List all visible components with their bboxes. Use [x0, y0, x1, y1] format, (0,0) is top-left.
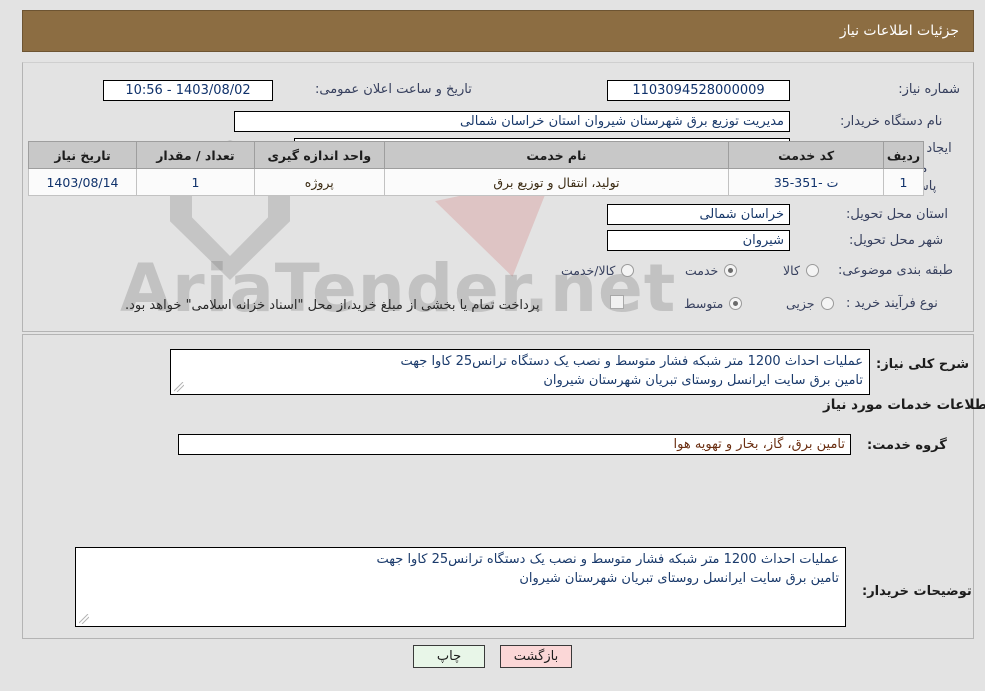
- col-service-name: نام خدمت: [383, 141, 730, 169]
- page-title-bar: جزئیات اطلاعات نیاز: [22, 10, 974, 52]
- bottom-strip: [0, 676, 985, 691]
- radio-icon[interactable]: [820, 297, 834, 310]
- classification-option-kala-khedmat[interactable]: کالا/خدمت: [557, 263, 635, 278]
- action-button-bar: بازگشت چاپ: [0, 645, 985, 668]
- table-row: 1 ت -351-35 تولید، انتقال و توزیع برق پر…: [28, 168, 924, 196]
- need-number-value: 1103094528000009: [607, 80, 790, 101]
- back-button[interactable]: بازگشت: [500, 645, 572, 668]
- resize-grip-icon[interactable]: [174, 382, 184, 392]
- buyer-notes-value[interactable]: عملیات احداث 1200 متر شبکه فشار متوسط و …: [75, 547, 846, 627]
- classification-option-khedmat[interactable]: خدمت: [681, 263, 738, 278]
- city-value: شیروان: [607, 230, 790, 251]
- col-radif: ردیف: [883, 141, 924, 169]
- table-header-row: ردیف کد خدمت نام خدمت واحد اندازه گیری ت…: [28, 141, 924, 169]
- cell-unit: پروژه: [253, 168, 385, 196]
- col-quantity: تعداد / مقدار: [135, 141, 255, 169]
- cell-quantity: 1: [135, 168, 255, 196]
- purchase-option-jozi[interactable]: جزیی: [782, 296, 834, 311]
- radio-icon[interactable]: [805, 264, 819, 277]
- public-announce-label: تاریخ و ساعت اعلان عمومی:: [315, 82, 472, 97]
- province-value: خراسان شمالی: [607, 204, 790, 225]
- service-group-value: تامین برق، گاز، بخار و تهویه هوا: [178, 434, 851, 455]
- services-table: ردیف کد خدمت نام خدمت واحد اندازه گیری ت…: [28, 141, 924, 196]
- service-group-label: گروه خدمت:: [867, 438, 947, 453]
- print-button[interactable]: چاپ: [413, 645, 485, 668]
- public-announce-value: 1403/08/02 - 10:56: [103, 80, 273, 101]
- cell-need-date: 1403/08/14: [28, 168, 137, 196]
- col-need-date: تاریخ نیاز: [28, 141, 137, 169]
- col-service-code: کد خدمت: [728, 141, 885, 169]
- classification-option-kala[interactable]: کالا: [779, 263, 819, 278]
- radio-icon[interactable]: [724, 264, 738, 277]
- treasury-bonds-note: پرداخت تمام یا بخشی از مبلغ خرید،از محل …: [125, 298, 540, 313]
- buyer-org-label: نام دستگاه خریدار:: [840, 114, 943, 129]
- purchase-option-motavasset[interactable]: متوسط: [680, 296, 743, 311]
- services-section-heading: اطلاعات خدمات مورد نیاز: [823, 397, 985, 413]
- page-title: جزئیات اطلاعات نیاز: [839, 23, 959, 39]
- need-details-panel: [22, 62, 974, 332]
- city-label: شهر محل تحویل:: [849, 233, 944, 248]
- purchase-process-label: نوع فرآیند خرید :: [846, 296, 938, 311]
- need-description-value[interactable]: عملیات احداث 1200 متر شبکه فشار متوسط و …: [170, 349, 870, 395]
- need-number-label: شماره نیاز:: [898, 82, 960, 97]
- resize-grip-icon[interactable]: [79, 614, 89, 624]
- need-description-label: شرح کلی نیاز:: [876, 357, 970, 372]
- buyer-org-value: مدیریت توزیع برق شهرستان شیروان استان خر…: [234, 111, 790, 132]
- treasury-bonds-checkbox[interactable]: [610, 295, 624, 309]
- cell-radif: 1: [883, 168, 924, 196]
- cell-service-name: تولید، انتقال و توزیع برق: [383, 168, 730, 196]
- province-label: استان محل تحویل:: [846, 207, 948, 222]
- classification-label: طبقه بندی موضوعی:: [838, 263, 954, 278]
- cell-service-code: ت -351-35: [728, 168, 885, 196]
- radio-icon[interactable]: [621, 264, 635, 277]
- buyer-notes-label: توضیحات خریدار:: [862, 584, 972, 599]
- radio-icon[interactable]: [729, 297, 743, 310]
- col-unit: واحد اندازه گیری: [253, 141, 385, 169]
